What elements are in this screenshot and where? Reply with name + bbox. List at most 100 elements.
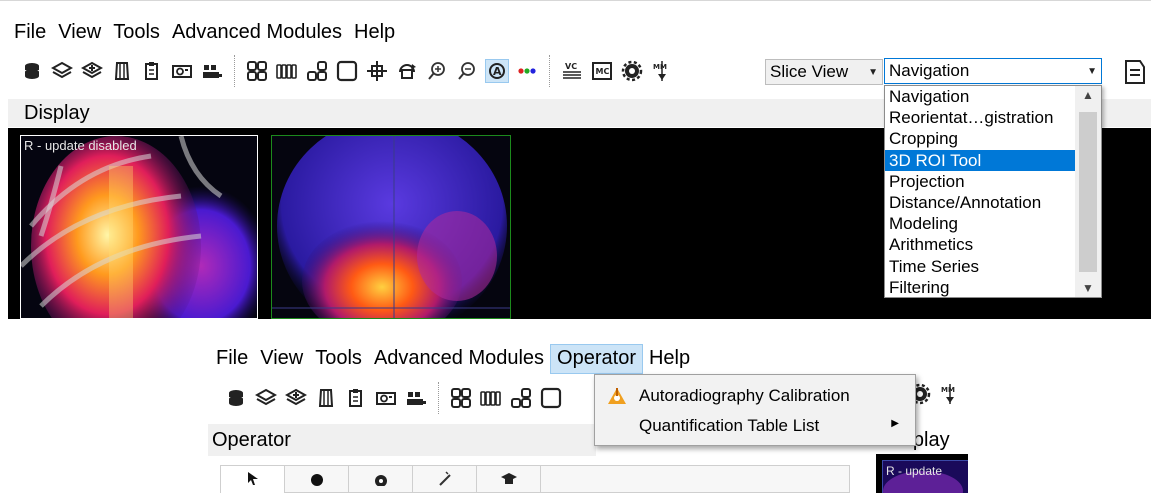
gear-icon[interactable] [620,59,644,83]
menu-help[interactable]: Help [643,345,696,373]
menubar: File View Tools Advanced Modules Help [8,18,401,48]
ruler-icon [437,470,453,491]
layers-plus-icon[interactable] [284,386,308,410]
rotate-3d-icon[interactable] [395,59,419,83]
dropdown-option-3d-roi-tool[interactable]: 3D ROI Tool [885,149,1075,171]
operator-menu-popup: Autoradiography Calibration Quantificati… [594,374,916,446]
camera-icon[interactable] [170,59,194,83]
chevron-right-icon: ▶ [891,418,899,429]
database-icon[interactable] [20,59,44,83]
svg-text:A: A [493,65,502,78]
main-window: File View Tools Advanced Modules Help A [0,0,1151,319]
camera-icon[interactable] [374,386,398,410]
dropdown-option-arithmetics[interactable]: Arithmetics [885,234,1075,255]
menu-help[interactable]: Help [348,19,401,47]
operator-window: File View Tools Advanced Modules Operato… [208,338,968,493]
image-viewer[interactable]: R - update [876,454,968,493]
display-panel-title: Display [24,102,90,124]
svg-text:VC: VC [565,62,577,71]
dropdown-option-reorientation-registration[interactable]: Reorientat…gistration [885,107,1075,128]
toolbar-separator [438,382,439,414]
menu-view[interactable]: View [52,19,107,47]
dropdown-option-modeling[interactable]: Modeling [885,213,1075,234]
graduation-cap-icon [500,470,518,491]
grid-2x2-icon[interactable] [449,386,473,410]
mm-icon[interactable]: MM [650,59,674,83]
vc-icon[interactable]: VC [560,59,584,83]
tab-graduation[interactable] [477,466,541,493]
menu-file[interactable]: File [210,345,254,373]
dropdown-option-navigation[interactable]: Navigation [885,86,1075,107]
clipboard-icon[interactable] [344,386,368,410]
menu-item-quantification-table-list[interactable]: Quantification Table List ▶ [595,411,915,441]
dropdown-option-filtering[interactable]: Filtering [885,277,1075,298]
slice-view-select-value: Slice View [770,62,849,81]
sliders-icon[interactable] [404,386,428,410]
clipboard-icon[interactable] [140,59,164,83]
navigation-select-value: Navigation [889,61,970,80]
toolbar-separator [549,55,550,87]
svg-text:MC: MC [596,67,610,76]
scrollbar-thumb[interactable] [1079,112,1097,272]
tab-cursor[interactable] [221,466,285,493]
chevron-up-icon[interactable]: ▲ [1075,88,1101,102]
operator-panel-title: Operator [212,429,291,451]
columns-icon[interactable] [275,59,299,83]
dropdown-scrollbar[interactable]: ▲ ▼ [1075,86,1101,297]
calibration-icon [595,386,639,406]
chevron-down-icon[interactable]: ▼ [1075,281,1101,295]
layers-plus-icon[interactable] [80,59,104,83]
grid-2x2-icon[interactable] [245,59,269,83]
viewport-status-label: R - update [886,464,943,478]
document-icon[interactable] [1120,57,1148,87]
navigation-dropdown-list: Navigation Reorientat…gistration Croppin… [884,85,1102,298]
tab-gear[interactable] [349,466,413,493]
svg-text:MM: MM [653,63,667,71]
auto-icon[interactable]: A [485,59,509,83]
menu-tools[interactable]: Tools [107,19,166,47]
layers-icon[interactable] [50,59,74,83]
menu-item-label: Autoradiography Calibration [639,386,850,405]
menu-tools[interactable]: Tools [309,345,368,373]
menu-item-autoradiography-calibration[interactable]: Autoradiography Calibration [595,381,915,411]
layout-icon[interactable] [509,386,533,410]
slice-view-select[interactable]: Slice View ▼ [765,59,883,85]
chevron-down-icon: ▼ [868,67,878,78]
zoom-out-icon[interactable] [455,59,479,83]
menu-advanced-modules[interactable]: Advanced Modules [166,19,348,47]
dropdown-option-distance-annotation[interactable]: Distance/Annotation [885,192,1075,213]
square-icon[interactable] [539,386,563,410]
mc-icon[interactable]: MC [590,59,614,83]
body-icon[interactable] [314,386,338,410]
rgb-dots-icon[interactable] [515,59,539,83]
dropdown-option-cropping[interactable]: Cropping [885,128,1075,149]
menubar: File View Tools Advanced Modules Operato… [210,344,696,374]
navigation-select[interactable]: Navigation ▼ [884,58,1102,84]
viewport-status-label: R - update disabled [24,138,137,153]
toolbar-separator [234,55,235,87]
operator-tab-bar [220,465,850,493]
viewport-3d[interactable]: R - update disabled [20,135,258,319]
menu-item-label: Quantification Table List [639,416,820,435]
layers-icon[interactable] [254,386,278,410]
menu-file[interactable]: File [8,19,52,47]
dropdown-option-projection[interactable]: Projection [885,171,1075,192]
crosshair-icon[interactable] [365,59,389,83]
zoom-in-icon[interactable] [425,59,449,83]
tab-dot[interactable] [285,466,349,493]
menu-advanced-modules[interactable]: Advanced Modules [368,345,550,373]
body-icon[interactable] [110,59,134,83]
gear-icon [372,470,390,491]
menu-operator[interactable]: Operator [550,344,643,374]
database-icon[interactable] [224,386,248,410]
menu-view[interactable]: View [254,345,309,373]
dropdown-option-time-series[interactable]: Time Series [885,256,1075,277]
columns-icon[interactable] [479,386,503,410]
cursor-icon [245,470,261,491]
sliders-icon[interactable] [200,59,224,83]
tab-ruler[interactable] [413,466,477,493]
square-icon[interactable] [335,59,359,83]
mm-icon[interactable]: MM [938,382,962,406]
viewport-coronal[interactable] [271,135,511,319]
layout-icon[interactable] [305,59,329,83]
